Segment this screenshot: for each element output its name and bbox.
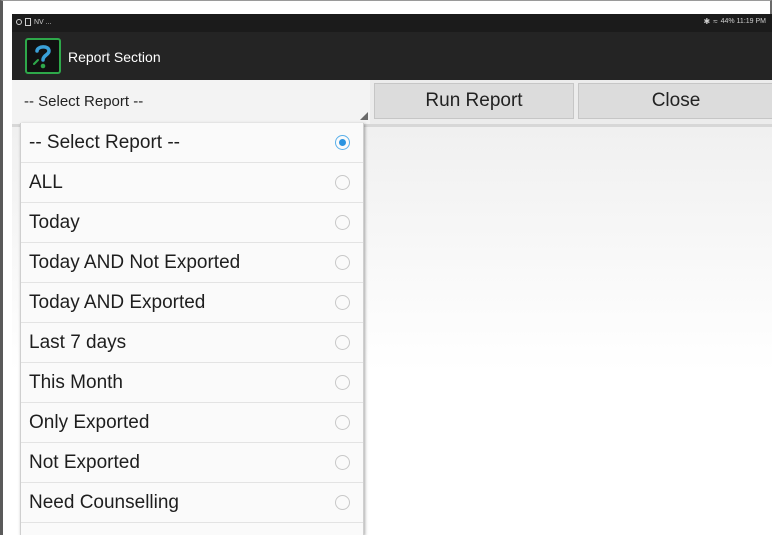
app-bar: Report Section	[12, 32, 772, 80]
status-bar: NV ... ✱ ≈ 44% 11:19 PM	[12, 14, 772, 32]
status-left: NV ...	[16, 18, 52, 26]
status-left-text: NV ...	[34, 18, 52, 26]
status-right: ✱ ≈ 44% 11:19 PM	[704, 17, 767, 26]
report-toolbar: -- Select Report -- Run Report Close	[12, 80, 772, 127]
report-option[interactable]: This Month	[21, 363, 363, 403]
sim-icon	[25, 18, 31, 26]
report-option[interactable]: Need Counselling	[21, 483, 363, 523]
wifi-icon: ≈	[713, 17, 718, 26]
question-mark-logo-icon	[25, 38, 61, 74]
dropdown-corner-icon	[360, 112, 368, 120]
radio-unchecked-icon[interactable]	[335, 175, 350, 190]
report-select-dropdown[interactable]: -- Select Report --	[12, 80, 370, 124]
option-label: This Month	[29, 371, 123, 393]
close-button[interactable]: Close	[578, 83, 772, 119]
app-title: Report Section	[68, 49, 161, 65]
option-label: Only Exported	[29, 411, 150, 433]
status-right-text: 44% 11:19 PM	[720, 18, 766, 25]
option-label: -- Select Report --	[29, 131, 180, 153]
radio-unchecked-icon[interactable]	[335, 415, 350, 430]
report-options-list: -- Select Report -- ALL Today Today AND …	[20, 123, 364, 535]
option-label: Not Exported	[29, 451, 140, 473]
report-option[interactable]: Today AND Not Exported	[21, 243, 363, 283]
radio-unchecked-icon[interactable]	[335, 255, 350, 270]
option-label: Today AND Exported	[29, 291, 206, 313]
report-option[interactable]: Not Exported	[21, 443, 363, 483]
option-label: ALL	[29, 171, 63, 193]
radio-checked-icon[interactable]	[335, 135, 350, 150]
radio-unchecked-icon[interactable]	[335, 455, 350, 470]
report-option[interactable]: Only Exported	[21, 403, 363, 443]
radio-unchecked-icon[interactable]	[335, 495, 350, 510]
bluetooth-icon: ✱	[703, 17, 711, 26]
report-option[interactable]: Last 7 days	[21, 323, 363, 363]
option-label: Today	[29, 211, 80, 233]
run-report-button[interactable]: Run Report	[374, 83, 574, 119]
report-option[interactable]: -- Select Report --	[21, 123, 363, 163]
report-select-value: -- Select Report --	[24, 93, 144, 110]
circle-icon	[16, 19, 22, 25]
report-option[interactable]: Today AND Exported	[21, 283, 363, 323]
option-label: Today AND Not Exported	[29, 251, 241, 273]
report-option[interactable]: Today	[21, 203, 363, 243]
radio-unchecked-icon[interactable]	[335, 295, 350, 310]
option-label: Need Counselling	[29, 491, 179, 513]
option-label: Last 7 days	[29, 331, 127, 353]
report-option[interactable]: ALL	[21, 163, 363, 203]
radio-unchecked-icon[interactable]	[335, 215, 350, 230]
radio-unchecked-icon[interactable]	[335, 335, 350, 350]
radio-unchecked-icon[interactable]	[335, 375, 350, 390]
